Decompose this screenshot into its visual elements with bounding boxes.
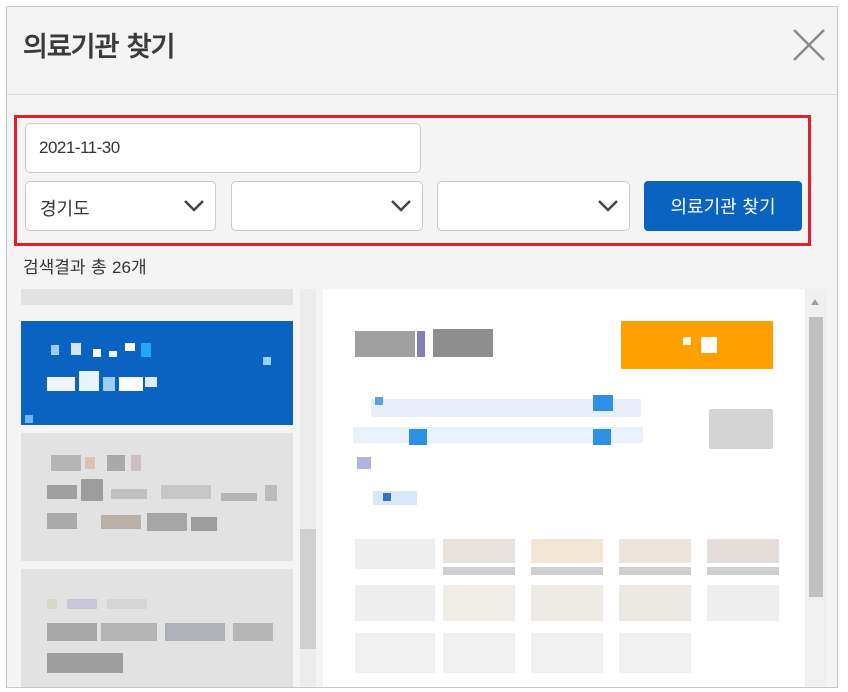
detail-action-button[interactable] [709, 409, 773, 449]
list-scrollbar-thumb[interactable] [300, 529, 316, 649]
hospital-detail-panel [323, 289, 805, 687]
list-scrollbar[interactable] [300, 289, 316, 687]
town-select[interactable] [437, 181, 630, 231]
chevron-down-icon [598, 200, 618, 212]
find-hospital-button[interactable]: 의료기관 찾기 [644, 181, 802, 231]
result-count-suffix: 개 [130, 258, 147, 278]
detail-scrollbar-thumb[interactable] [809, 317, 823, 597]
close-icon [793, 29, 825, 61]
result-count-prefix: 검색결과 총 [23, 258, 113, 278]
hospital-finder-modal: 의료기관 찾기 경기도 의료기관 찾기 [6, 6, 838, 688]
list-item[interactable] [21, 433, 293, 561]
modal-header: 의료기관 찾기 [7, 7, 837, 95]
chevron-down-icon [184, 200, 204, 212]
list-item[interactable] [21, 569, 293, 687]
search-filter-panel: 경기도 의료기관 찾기 [14, 115, 811, 246]
detail-scrollbar[interactable] [805, 289, 827, 687]
close-button[interactable] [791, 27, 827, 63]
list-item-selected[interactable] [21, 321, 293, 425]
list-item[interactable] [21, 289, 293, 305]
result-list [21, 289, 293, 687]
district-select[interactable] [231, 181, 423, 231]
status-badge [621, 321, 773, 369]
result-count: 검색결과 총 26개 [23, 253, 147, 278]
date-input[interactable] [25, 123, 421, 173]
region-select[interactable]: 경기도 [25, 181, 216, 231]
chevron-down-icon [391, 200, 411, 212]
scroll-up-icon[interactable] [811, 299, 819, 305]
region-select-value: 경기도 [40, 199, 90, 220]
result-count-value: 26 [112, 258, 131, 277]
modal-title: 의료기관 찾기 [23, 32, 175, 63]
